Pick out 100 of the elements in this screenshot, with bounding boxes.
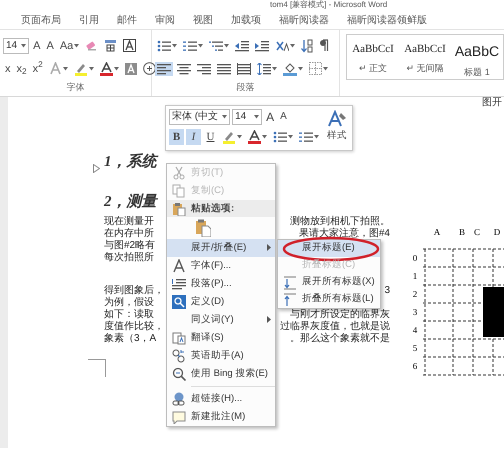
highlighter-button[interactable] [220, 129, 244, 145]
ribbon-tab[interactable]: 邮件 [108, 11, 146, 29]
shrink-font-button[interactable]: A [278, 109, 289, 125]
column-label: A [434, 227, 440, 237]
menu-item[interactable]: 使用 Bing 搜索(E) [167, 365, 275, 383]
align-center-button[interactable] [175, 62, 193, 76]
bullet-list-button[interactable] [155, 38, 179, 52]
format-button[interactable]: U [203, 129, 218, 145]
styles-button[interactable]: 样式 [325, 109, 349, 147]
decrease-indent-button[interactable] [233, 38, 251, 52]
translate-icon [172, 331, 186, 345]
menu-item[interactable]: 折叠所有标题(L) [278, 291, 380, 308]
caret-icon [237, 135, 242, 139]
format-button[interactable]: x$_{2}$ [14, 60, 29, 76]
collapse-triangle-icon[interactable] [93, 164, 100, 173]
ribbon-tab[interactable]: 视图 [184, 11, 222, 29]
numbered-list-button[interactable] [181, 38, 205, 52]
format-button[interactable]: A [44, 38, 56, 54]
caret-icon [254, 115, 260, 119]
line-spacing-button[interactable] [255, 62, 279, 76]
copy-icon [172, 184, 186, 198]
menu-item[interactable]: 定义(D) [167, 293, 275, 311]
ribbon-tab[interactable]: 页面布局 [12, 11, 70, 29]
caret-icon [288, 135, 293, 139]
body-text: 每次拍照所 [104, 252, 154, 264]
sort-button[interactable] [299, 38, 315, 54]
format-button[interactable]: B [169, 129, 184, 145]
row-label: 6 [412, 361, 418, 371]
enclosed-character-button[interactable] [140, 61, 158, 76]
search-icon [172, 295, 186, 309]
font-size-field[interactable]: 14 [3, 38, 30, 54]
menu-item[interactable]: 展开/折叠(E) [167, 239, 275, 257]
style-preview[interactable]: AaBbC [451, 41, 503, 62]
menu-item[interactable]: 翻译(S) [167, 329, 275, 347]
format-button[interactable]: x$^{2}$ [30, 60, 45, 76]
window-title: tom4 [兼容模式] - Microsoft Word [269, 0, 388, 11]
font-color-button[interactable] [98, 60, 121, 76]
numbered-list-button[interactable] [297, 130, 321, 144]
body-text: 。那么这个象素就不是 [290, 333, 390, 345]
increase-indent-button[interactable] [253, 38, 271, 52]
align-left-icon [157, 62, 171, 74]
menu-section-header: 粘贴选项: [191, 202, 234, 216]
character-border-button[interactable] [121, 38, 138, 53]
distributed-button[interactable] [235, 62, 253, 76]
caret-icon [74, 44, 80, 48]
distributed-icon [237, 62, 251, 74]
menu-item[interactable]: 段落(P)... [167, 275, 275, 293]
format-button[interactable]: I [186, 129, 201, 145]
ribbon-tab[interactable]: 福昕阅读器 [270, 11, 338, 29]
character-border-icon [123, 39, 136, 52]
menu-item[interactable]: 同义词(Y) [167, 311, 275, 329]
pilcrow-button[interactable] [317, 38, 331, 53]
font-color-button[interactable] [246, 129, 269, 145]
menu-item[interactable]: 字体(F)... [167, 257, 275, 275]
body-text: 象素（3，A [104, 333, 156, 345]
row-label: 5 [412, 343, 418, 353]
column-label: B [459, 227, 465, 237]
grow-font-button[interactable]: A [264, 109, 276, 125]
ribbon-tab[interactable]: 审阅 [146, 11, 184, 29]
submenu-arrow-icon [267, 316, 271, 323]
bullet-list-button[interactable] [271, 130, 295, 144]
comment-icon [172, 410, 186, 424]
row-label: 2 [412, 289, 418, 299]
highlighter-icon [222, 130, 236, 144]
align-left-button[interactable] [155, 62, 173, 76]
format-button[interactable]: x [3, 60, 12, 76]
caret-icon [114, 66, 119, 70]
menu-item[interactable]: 英语助手(A) [167, 347, 275, 365]
format-button[interactable]: A [31, 38, 42, 54]
font-size-field[interactable]: 14 [232, 109, 262, 125]
menu-item[interactable]: 超链接(H)... [167, 390, 275, 408]
borders-icon [309, 62, 322, 75]
caret-icon [88, 66, 94, 70]
character-shading-button[interactable] [122, 62, 139, 76]
align-center-icon [177, 62, 191, 74]
menu-item[interactable]: 展开所有标题(X) [278, 274, 380, 291]
caret-icon [298, 66, 303, 70]
borders-button[interactable] [307, 61, 330, 76]
heading-text: 1，系统 [104, 153, 156, 171]
justify-button[interactable] [215, 62, 233, 76]
shading-button[interactable] [281, 60, 305, 76]
ribbon-tab[interactable]: 引用 [70, 11, 108, 29]
body-text: 与刚才所设定的临界灰 [290, 309, 390, 320]
format-button[interactable]: Aa [58, 38, 82, 54]
font-name-field[interactable]: 宋体 (中文 [169, 109, 230, 125]
group-label: 字体 [66, 80, 86, 94]
expand-all-icon [283, 276, 297, 290]
multilevel-list-button[interactable] [207, 38, 231, 52]
paste-option-button[interactable] [193, 218, 213, 238]
ribbon-tab[interactable]: 加载项 [222, 11, 270, 29]
increase-indent-icon [255, 40, 269, 52]
style-preview[interactable]: AaBbCcI [399, 41, 451, 58]
font-color-icon [248, 130, 261, 144]
body-text: 现在测量开 [104, 216, 154, 228]
align-right-button[interactable] [195, 62, 213, 76]
menu-item[interactable]: 新建批注(M) [167, 408, 275, 426]
font-icon [172, 259, 186, 273]
style-preview[interactable]: AaBbCcI [347, 41, 399, 58]
ribbon-tab[interactable]: 福昕阅读器领鲜版 [338, 11, 436, 29]
text-effect-icon [48, 62, 62, 75]
